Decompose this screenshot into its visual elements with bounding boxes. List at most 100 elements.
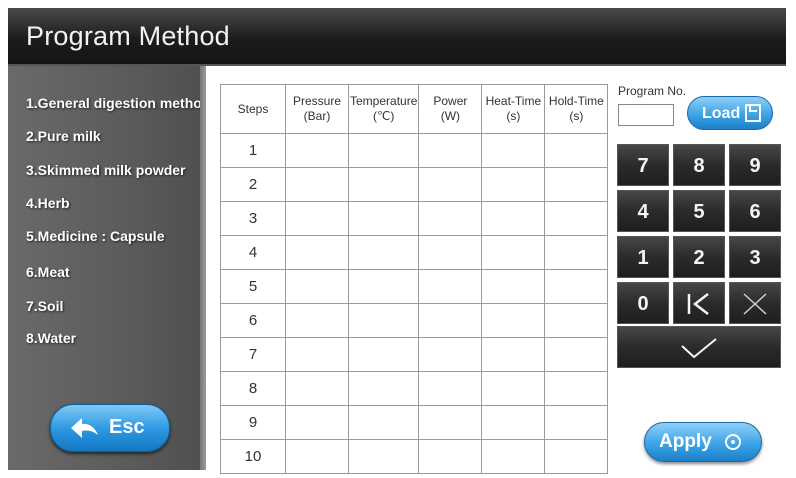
step-number: 4 — [220, 235, 286, 270]
key-4[interactable]: 4 — [617, 190, 669, 232]
table-row: 1 — [220, 133, 609, 168]
pressure-cell[interactable] — [285, 371, 349, 406]
step-number: 1 — [220, 133, 286, 168]
header-hold-time: Hold-Time (s) — [544, 84, 609, 134]
power-cell[interactable] — [418, 439, 483, 474]
hold-time-cell[interactable] — [544, 269, 609, 304]
heat-time-cell[interactable] — [481, 439, 546, 474]
power-cell[interactable] — [418, 405, 483, 440]
temperature-cell[interactable] — [347, 167, 420, 202]
power-cell[interactable] — [418, 269, 483, 304]
sidebar-item-soil[interactable]: 7.Soil — [26, 298, 63, 314]
key-8[interactable]: 8 — [673, 144, 725, 186]
step-number: 8 — [220, 371, 286, 406]
hold-time-cell[interactable] — [544, 371, 609, 406]
load-button[interactable]: Load — [687, 96, 773, 130]
header-power: Power (W) — [418, 84, 483, 134]
key-6[interactable]: 6 — [729, 190, 781, 232]
key-0[interactable]: 0 — [617, 282, 669, 324]
heat-time-cell[interactable] — [481, 235, 546, 270]
temperature-cell[interactable] — [347, 371, 420, 406]
sidebar-item-water[interactable]: 8.Water — [26, 330, 76, 346]
header-heat-time: Heat-Time (s) — [481, 84, 546, 134]
temperature-cell[interactable] — [347, 235, 420, 270]
key-9[interactable]: 9 — [729, 144, 781, 186]
sidebar-item-general-digestion[interactable]: 1.General digestion method — [26, 95, 210, 111]
sidebar-item-medicine-capsule[interactable]: 5.Medicine : Capsule — [26, 228, 164, 244]
table-row: 3 — [220, 201, 609, 236]
power-cell[interactable] — [418, 303, 483, 338]
sidebar-item-pure-milk[interactable]: 2.Pure milk — [26, 128, 101, 144]
sidebar: 1.General digestion method 2.Pure milk 3… — [8, 66, 210, 470]
sidebar-item-herb[interactable]: 4.Herb — [26, 195, 70, 211]
power-cell[interactable] — [418, 133, 483, 168]
power-cell[interactable] — [418, 167, 483, 202]
pressure-cell[interactable] — [285, 201, 349, 236]
pressure-cell[interactable] — [285, 269, 349, 304]
hold-time-cell[interactable] — [544, 167, 609, 202]
heat-time-cell[interactable] — [481, 371, 546, 406]
heat-time-cell[interactable] — [481, 303, 546, 338]
pressure-cell[interactable] — [285, 439, 349, 474]
hold-time-cell[interactable] — [544, 303, 609, 338]
program-no-input[interactable] — [618, 104, 674, 126]
hold-time-cell[interactable] — [544, 235, 609, 270]
temperature-cell[interactable] — [347, 269, 420, 304]
key-2[interactable]: 2 — [673, 236, 725, 278]
esc-button[interactable]: Esc — [50, 404, 170, 452]
hold-time-cell[interactable] — [544, 337, 609, 372]
esc-button-label: Esc — [109, 416, 145, 438]
heat-time-cell[interactable] — [481, 167, 546, 202]
hold-time-cell[interactable] — [544, 201, 609, 236]
table-header-row: Steps Pressure (Bar) Temperature (℃) Power… — [220, 84, 609, 134]
power-cell[interactable] — [418, 201, 483, 236]
table-row: 6 — [220, 303, 609, 338]
heat-time-cell[interactable] — [481, 269, 546, 304]
pressure-cell[interactable] — [285, 405, 349, 440]
key-3[interactable]: 3 — [729, 236, 781, 278]
step-number: 2 — [220, 167, 286, 202]
checkmark-icon — [681, 338, 717, 359]
backspace-key[interactable] — [673, 282, 725, 324]
apply-button[interactable]: Apply — [644, 422, 762, 462]
power-cell[interactable] — [418, 337, 483, 372]
confirm-key[interactable] — [617, 326, 781, 368]
pressure-cell[interactable] — [285, 303, 349, 338]
program-no-label: Program No. — [618, 84, 687, 98]
step-number: 3 — [220, 201, 286, 236]
table-row: 10 — [220, 439, 609, 474]
key-7[interactable]: 7 — [617, 144, 669, 186]
temperature-cell[interactable] — [347, 201, 420, 236]
heat-time-cell[interactable] — [481, 337, 546, 372]
table-row: 9 — [220, 405, 609, 440]
temperature-cell[interactable] — [347, 439, 420, 474]
step-number: 9 — [220, 405, 286, 440]
temperature-cell[interactable] — [347, 337, 420, 372]
power-cell[interactable] — [418, 371, 483, 406]
hold-time-cell[interactable] — [544, 133, 609, 168]
heat-time-cell[interactable] — [481, 405, 546, 440]
hold-time-cell[interactable] — [544, 439, 609, 474]
temperature-cell[interactable] — [347, 133, 420, 168]
table-row: 8 — [220, 371, 609, 406]
heat-time-cell[interactable] — [481, 133, 546, 168]
key-5[interactable]: 5 — [673, 190, 725, 232]
load-button-label: Load — [702, 105, 741, 122]
pressure-cell[interactable] — [285, 167, 349, 202]
heat-time-cell[interactable] — [481, 201, 546, 236]
sidebar-item-meat[interactable]: 6.Meat — [26, 264, 70, 280]
sidebar-item-skimmed-milk-powder[interactable]: 3.Skimmed milk powder — [26, 162, 186, 178]
step-number: 10 — [220, 439, 286, 474]
table-row: 4 — [220, 235, 609, 270]
step-number: 6 — [220, 303, 286, 338]
step-number: 5 — [220, 269, 286, 304]
clear-key[interactable] — [729, 282, 781, 324]
pressure-cell[interactable] — [285, 337, 349, 372]
key-1[interactable]: 1 — [617, 236, 669, 278]
pressure-cell[interactable] — [285, 133, 349, 168]
pressure-cell[interactable] — [285, 235, 349, 270]
power-cell[interactable] — [418, 235, 483, 270]
hold-time-cell[interactable] — [544, 405, 609, 440]
temperature-cell[interactable] — [347, 303, 420, 338]
temperature-cell[interactable] — [347, 405, 420, 440]
